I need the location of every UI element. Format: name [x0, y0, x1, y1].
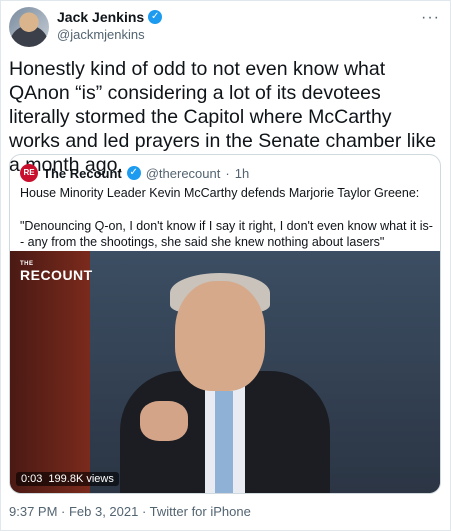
- quoted-tweet[interactable]: RE The Recount ✓ @therecount · 1h House …: [9, 154, 441, 494]
- quoted-author-handle: @therecount: [145, 165, 221, 181]
- quoted-text-line1: House Minority Leader Kevin McCarthy def…: [20, 186, 420, 200]
- quoted-author-name: The Recount: [43, 165, 122, 181]
- quoted-timestamp: 1h: [234, 165, 250, 181]
- quoted-tweet-header: RE The Recount ✓ @therecount · 1h: [20, 164, 249, 182]
- verified-badge-icon: ✓: [126, 166, 141, 180]
- recount-logo: THE RECOUNT: [20, 261, 93, 283]
- speaker-tie: [215, 391, 233, 493]
- speaker-head: [175, 281, 265, 391]
- tweet-header: Jack Jenkins ✓ @jackmjenkins ···: [9, 7, 442, 47]
- video-views: 199.8K views: [48, 473, 114, 485]
- video-duration: 0:03: [21, 473, 43, 485]
- author-handle[interactable]: @jackmjenkins: [57, 27, 162, 42]
- quoted-author-avatar: RE: [20, 164, 38, 182]
- author-avatar[interactable]: [9, 7, 49, 47]
- quoted-text-line2: "Denouncing Q-on, I don't know if I say …: [20, 219, 433, 249]
- tweet-card: Jack Jenkins ✓ @jackmjenkins ··· Honestl…: [0, 0, 451, 531]
- author-display-name[interactable]: Jack Jenkins: [57, 9, 144, 25]
- speaker-hand: [140, 401, 188, 441]
- video-player[interactable]: THE RECOUNT 0:03 199.8K views: [10, 251, 440, 493]
- video-background-left: [10, 251, 90, 493]
- separator-dot: ·: [225, 165, 230, 181]
- author-names: Jack Jenkins ✓ @jackmjenkins: [57, 9, 163, 42]
- recount-logo-text: RECOUNT: [20, 267, 93, 283]
- tweet-footer-metadata[interactable]: 9:37 PM · Feb 3, 2021 · Twitter for iPho…: [9, 504, 251, 519]
- verified-badge-icon: ✓: [148, 10, 163, 24]
- more-options-icon[interactable]: ···: [421, 9, 440, 27]
- video-stats: 0:03 199.8K views: [16, 472, 119, 486]
